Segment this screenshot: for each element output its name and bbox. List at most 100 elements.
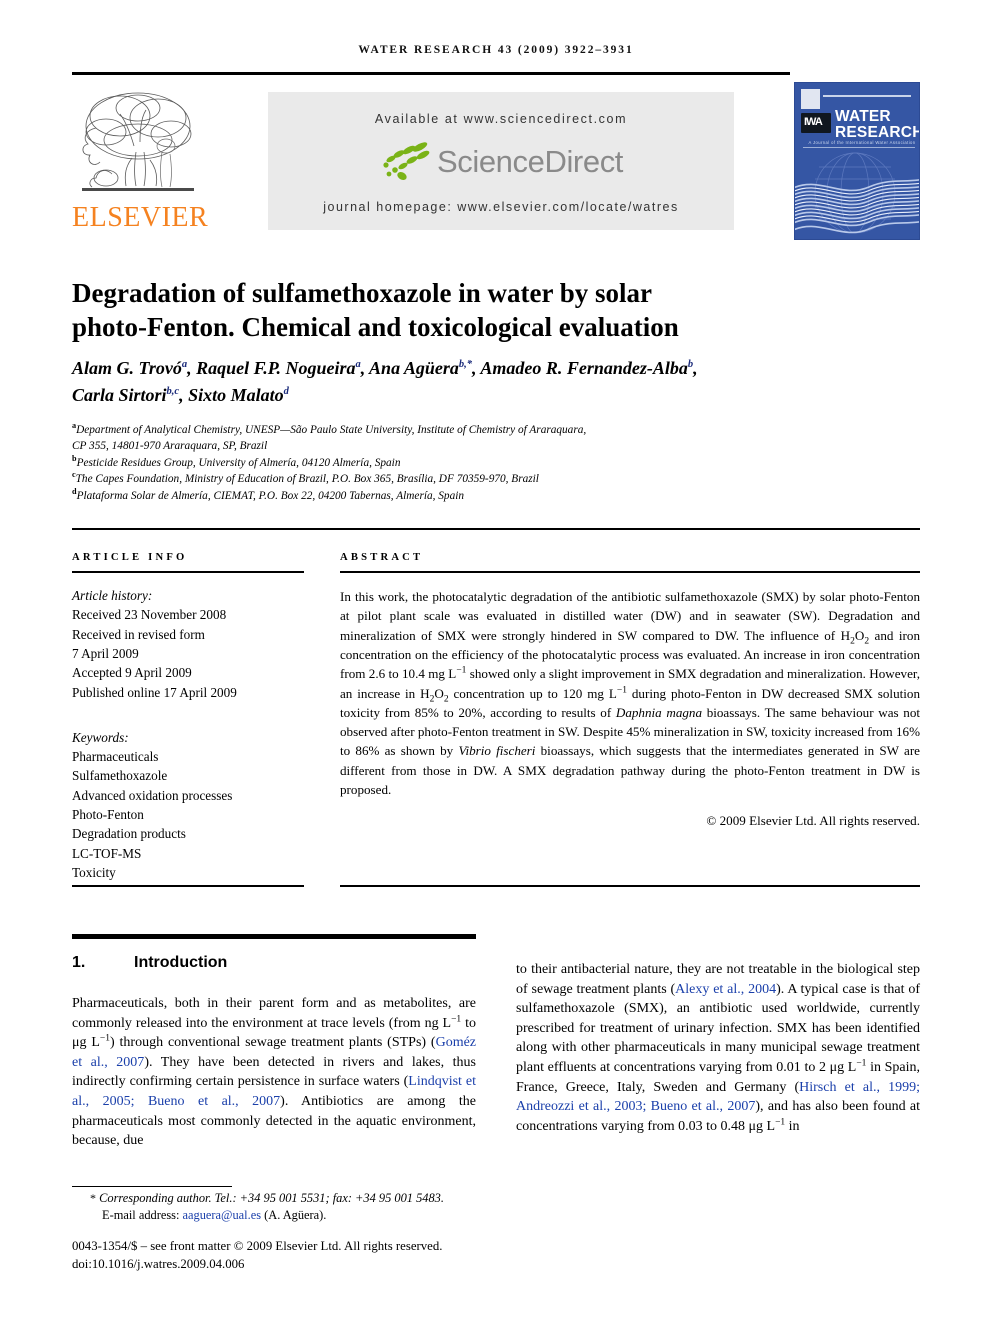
affiliation-text: CP 355, 14801-970 Araraquara, SP, Brazil <box>72 440 268 453</box>
keyword-item: Pharmaceuticals <box>72 749 159 765</box>
history-item: 7 April 2009 <box>72 645 139 661</box>
doi-line: doi:10.1016/j.watres.2009.04.006 <box>72 1256 245 1271</box>
author-list: Alam G. Trovóa, Raquel F.P. Nogueiraa, A… <box>72 355 920 409</box>
author-item: Ana Agüerab,*, <box>369 358 480 378</box>
cover-title-line1: WATER <box>835 108 891 125</box>
author-name: Carla Sirtori <box>72 385 167 405</box>
affiliation-item: cThe Capes Foundation, Ministry of Educa… <box>72 471 920 487</box>
title-line-2: photo-Fenton. Chemical and toxicological… <box>72 312 679 343</box>
history-item: Accepted 9 April 2009 <box>72 665 192 681</box>
sciencedirect-logo: ScienceDirect <box>268 140 734 192</box>
available-at-text: Available at www.sciencedirect.com <box>374 112 628 126</box>
sciencedirect-leaves-icon <box>379 140 431 184</box>
elsevier-wordmark: ELSEVIER <box>72 202 209 233</box>
author-name: Ana Agüera <box>369 358 459 378</box>
iwa-badge-label: IWA <box>804 116 823 128</box>
cover-emblem-icon <box>801 89 820 109</box>
keyword-item: LC-TOF-MS <box>72 845 142 861</box>
footnote-block: * Corresponding author. Tel.: +34 95 001… <box>72 1190 572 1224</box>
history-item: Received in revised form <box>72 626 205 642</box>
body-column-right: to their antibacterial nature, they are … <box>516 946 920 1150</box>
author-name: Raquel F.P. Nogueira <box>196 358 356 378</box>
body-paragraph: Pharmaceuticals, both in their parent fo… <box>72 996 477 1149</box>
elsevier-tree-icon <box>76 82 200 200</box>
citation-link[interactable]: Goméz et al., 2007 <box>72 1035 476 1070</box>
author-sep: , <box>187 358 197 378</box>
body-paragraph: to their antibacterial nature, they are … <box>516 962 921 1134</box>
author-item: Alam G. Trovóa, <box>72 358 196 378</box>
affiliation-text: Pesticide Residues Group, University of … <box>76 456 401 469</box>
iwa-logo-icon: IWA <box>801 113 831 133</box>
journal-article-page: WATER RESEARCH 43 (2009) 3922–3931 ELSEV… <box>0 0 992 1323</box>
keyword-item: Sulfamethoxazole <box>72 768 168 784</box>
author-item: Sixto Malatod <box>188 385 289 405</box>
keyword-item: Toxicity <box>72 864 116 880</box>
author-item: Raquel F.P. Nogueiraa, <box>196 358 369 378</box>
affiliation-list: aDepartment of Analytical Chemistry, UNE… <box>72 422 920 504</box>
history-item: Received 23 November 2008 <box>72 607 227 623</box>
email-label: E-mail address: <box>102 1208 180 1222</box>
citation-link[interactable]: Lindqvist et al., 2005; Bueno et al., 20… <box>72 1074 476 1109</box>
citation-link[interactable]: Hirsch et al., 1999; Andreozzi et al., 2… <box>516 1080 920 1115</box>
email-link[interactable]: aaguera@ual.es <box>183 1208 261 1222</box>
author-name: Alam G. Trovó <box>72 358 182 378</box>
cover-title-line2: RESEARCH <box>835 123 920 141</box>
author-sep: , <box>693 358 698 378</box>
frontmatter-line: 0043-1354/$ – see front matter © 2009 El… <box>72 1239 443 1253</box>
author-name: Amadeo R. Fernandez-Alba <box>480 358 688 378</box>
history-item: Published online 17 April 2009 <box>72 684 237 700</box>
abstract-rule <box>340 571 920 574</box>
abstract-bottom-rule <box>340 885 920 888</box>
affiliation-item: CP 355, 14801-970 Araraquara, SP, Brazil <box>72 438 920 454</box>
affiliation-text: Plataforma Solar de Almería, CIEMAT, P.O… <box>76 489 465 502</box>
author-affil-marker: b,* <box>458 359 473 370</box>
frontmatter-block: 0043-1354/$ – see front matter © 2009 El… <box>72 1238 672 1273</box>
running-head: WATER RESEARCH 43 (2009) 3922–3931 <box>358 44 634 56</box>
abstract-top-rule <box>72 528 920 531</box>
title-line-1: Degradation of sulfamethoxazole in water… <box>72 278 652 309</box>
keyword-item: Degradation products <box>72 826 186 842</box>
section-rule <box>72 934 476 939</box>
author-affil-marker: d <box>283 386 289 397</box>
section-heading-introduction: 1. Introduction <box>72 954 476 972</box>
sciencedirect-banner: Available at www.sciencedirect.com Scien… <box>268 92 734 230</box>
elsevier-logo: ELSEVIER <box>72 82 209 240</box>
article-info-rule <box>72 571 304 574</box>
author-sep: , <box>179 385 189 405</box>
cover-title: WATER RESEARCH <box>835 109 919 140</box>
author-item: Carla Sirtorib,c, <box>72 385 188 405</box>
footnote-rule <box>72 1186 232 1188</box>
abstract-label: ABSTRACT <box>340 552 424 563</box>
author-item: Amadeo R. Fernandez-Albab, <box>480 358 697 378</box>
citation-link[interactable]: Alexy et al., 2004 <box>675 982 776 997</box>
masthead: ELSEVIER Available at www.sciencedirect.… <box>72 80 920 242</box>
corresponding-author-note: * Corresponding author. Tel.: +34 95 001… <box>72 1190 572 1207</box>
abstract-copyright: © 2009 Elsevier Ltd. All rights reserved… <box>706 813 920 829</box>
affiliation-item: aDepartment of Analytical Chemistry, UNE… <box>72 422 920 438</box>
keyword-item: Photo-Fenton <box>72 807 144 823</box>
sciencedirect-wordmark: ScienceDirect <box>436 144 624 179</box>
article-history-label: Article history: <box>72 588 153 604</box>
author-sep: , <box>360 358 370 378</box>
article-info-label: ARTICLE INFO <box>72 552 188 563</box>
page-title: Degradation of sulfamethoxazole in water… <box>72 276 920 344</box>
header-rule <box>72 72 790 75</box>
corresponding-marker: * <box>90 1191 96 1205</box>
body-column-left: 1. Introduction Pharmaceuticals, both in … <box>72 946 476 1165</box>
keyword-list: Keywords: Pharmaceuticals Sulfamethoxazo… <box>72 728 304 882</box>
keywords-label: Keywords: <box>72 729 129 745</box>
affiliation-item: bPesticide Residues Group, University of… <box>72 454 920 471</box>
cover-divider <box>803 147 915 148</box>
section-title: Introduction <box>134 954 228 971</box>
cover-artwork <box>795 149 919 239</box>
abstract-text: In this work, the photocatalytic degrada… <box>340 589 921 798</box>
author-affil-marker: b,c <box>166 386 180 397</box>
article-history: Article history: Received 23 November 20… <box>72 586 304 702</box>
email-suffix: (A. Agüera). <box>264 1208 327 1222</box>
affiliation-item: dPlataforma Solar de Almería, CIEMAT, P.… <box>72 487 920 504</box>
journal-homepage-text: journal homepage: www.elsevier.com/locat… <box>323 200 679 214</box>
article-info-bottom-rule <box>72 885 304 888</box>
affiliation-text: The Capes Foundation, Ministry of Educat… <box>75 473 539 486</box>
cover-top-rule <box>823 95 911 97</box>
